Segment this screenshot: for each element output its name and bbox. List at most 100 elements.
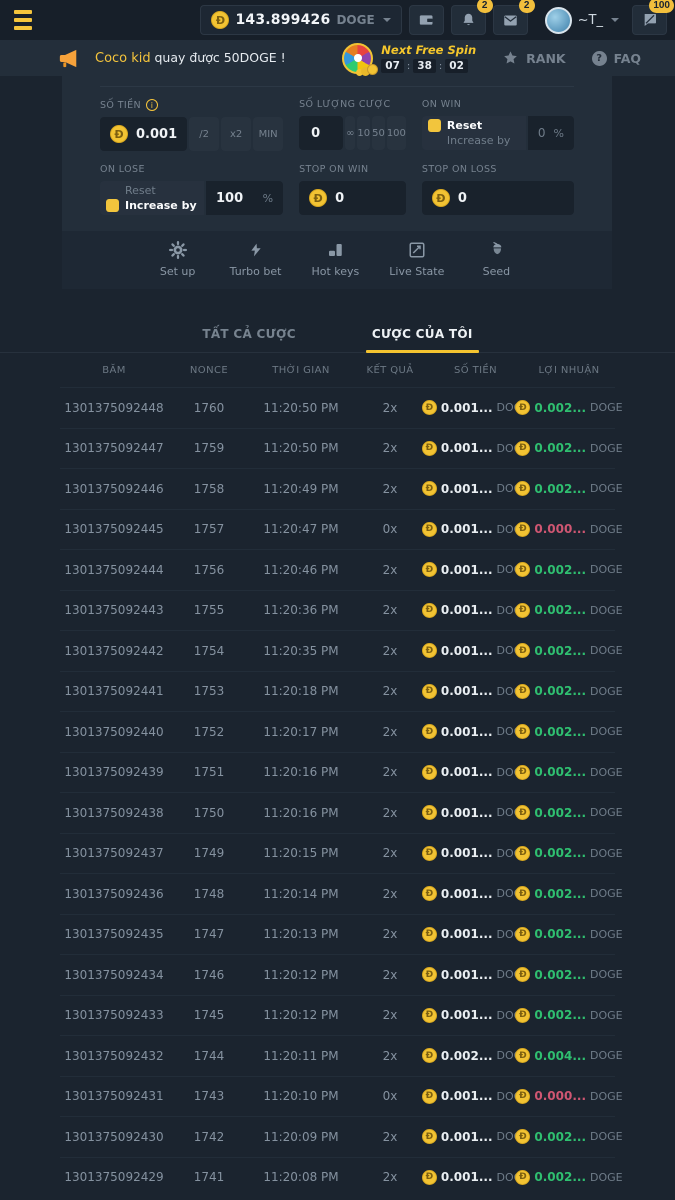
on-win-value-input[interactable]: 0 % — [528, 116, 574, 150]
table-row[interactable]: 1301375092431 1743 11:20:10 PM 0x 0.001.… — [60, 1076, 615, 1117]
table-row[interactable]: 1301375092439 1751 11:20:16 PM 2x 0.001.… — [60, 752, 615, 793]
amount-value: 0.002... — [441, 1049, 493, 1063]
cell-nonce: 1759 — [168, 441, 250, 455]
tool-turbo-bet[interactable]: Turbo bet — [230, 241, 282, 278]
cell-nonce: 1754 — [168, 644, 250, 658]
doge-coin-icon — [422, 967, 437, 982]
cell-time: 11:20:50 PM — [250, 401, 352, 415]
rank-link[interactable]: RANK — [502, 50, 565, 66]
bets-50-button[interactable]: 50 — [372, 116, 385, 150]
timer-hours: 07 — [381, 59, 404, 73]
on-lose-increase-option[interactable]: Increase by — [106, 199, 198, 212]
on-lose-value-input[interactable]: 100 % — [206, 181, 283, 215]
cell-result: 2x — [352, 482, 428, 496]
cell-time: 11:20:08 PM — [250, 1170, 352, 1184]
amount-value: 0.001... — [441, 1130, 493, 1144]
cell-nonce: 1747 — [168, 927, 250, 941]
infinite-bets-button[interactable]: ∞ — [345, 116, 355, 150]
bets-10-button[interactable]: 10 — [357, 116, 370, 150]
table-row[interactable]: 1301375092442 1754 11:20:35 PM 2x 0.001.… — [60, 630, 615, 671]
table-row[interactable]: 1301375092430 1742 11:20:09 PM 2x 0.001.… — [60, 1116, 615, 1157]
table-row[interactable]: 1301375092438 1750 11:20:16 PM 2x 0.001.… — [60, 792, 615, 833]
bet-panel: SỐ TIỀN 0.001 /2 x2 MIN SỐ LƯỢNG CƯỢC — [62, 76, 612, 289]
cell-amount: 0.001... DOGE — [428, 724, 523, 739]
cell-result: 2x — [352, 806, 428, 820]
tool-setup[interactable]: Set up — [156, 241, 200, 278]
doge-coin-icon — [515, 1089, 530, 1104]
bets-100-button[interactable]: 100 — [387, 116, 406, 150]
table-row[interactable]: 1301375092437 1749 11:20:15 PM 2x 0.001.… — [60, 833, 615, 874]
on-win-reset-option[interactable]: Reset — [428, 119, 520, 132]
wallet-button[interactable] — [409, 5, 444, 35]
half-bet-button[interactable]: /2 — [189, 117, 219, 151]
bet-count-input[interactable]: 0 — [299, 116, 343, 150]
double-bet-button[interactable]: x2 — [221, 117, 251, 151]
tool-hot-keys[interactable]: Hot keys — [311, 241, 359, 278]
info-icon[interactable] — [146, 99, 158, 111]
header-result: KẾT QUẢ — [352, 365, 428, 376]
on-lose-field: ON LOSE Reset Increase by 100 — [100, 164, 283, 215]
tool-seed[interactable]: Seed — [474, 241, 518, 278]
cell-time: 11:20:12 PM — [250, 968, 352, 982]
tool-live-state[interactable]: Live State — [389, 241, 444, 278]
doge-coin-icon — [110, 125, 128, 143]
table-row[interactable]: 1301375092436 1748 11:20:14 PM 2x 0.001.… — [60, 873, 615, 914]
cell-amount: 0.001... DOGE — [428, 886, 523, 901]
checkbox-empty — [428, 134, 441, 147]
on-lose-reset-option[interactable]: Reset — [106, 184, 198, 197]
topbar: 143.899426 DOGE 2 2 ~T_ 100 — [0, 0, 675, 40]
amount-value: 0.001... — [441, 1170, 493, 1184]
currency-label: DOGE — [590, 644, 623, 657]
profit-value: 0.002... — [534, 968, 586, 982]
table-row[interactable]: 1301375092435 1747 11:20:13 PM 2x 0.001.… — [60, 914, 615, 955]
cell-hash: 1301375092438 — [60, 806, 168, 820]
bet-amount-input[interactable]: 0.001 — [100, 117, 187, 151]
percent-label: % — [263, 192, 273, 205]
announcement-bar: Coco kid quay được 50DOGE ! Next Free Sp… — [0, 40, 675, 76]
cell-amount: 0.001... DOGE — [428, 562, 523, 577]
balance-selector[interactable]: 143.899426 DOGE — [200, 5, 401, 35]
doge-coin-icon — [211, 11, 229, 29]
on-win-increase-option[interactable]: Increase by — [428, 134, 520, 147]
chat-button[interactable]: 100 — [632, 5, 667, 35]
cell-hash: 1301375092430 — [60, 1130, 168, 1144]
tab-my-bets[interactable]: CƯỢC CỦA TÔI — [366, 317, 479, 352]
currency-label: DOGE — [590, 1009, 623, 1022]
free-spin-widget[interactable]: Next Free Spin 07:38:02 — [342, 43, 476, 74]
stop-on-win-input[interactable]: 0 — [299, 181, 406, 215]
messages-button[interactable]: 2 — [493, 5, 528, 35]
table-row[interactable]: 1301375092434 1746 11:20:12 PM 2x 0.001.… — [60, 954, 615, 995]
cell-profit: 0.002... DOGE — [523, 967, 615, 982]
header-time: THỜI GIAN — [250, 365, 352, 376]
profit-value: 0.000... — [534, 1089, 586, 1103]
tab-all-bets[interactable]: TẤT CẢ CƯỢC — [196, 317, 302, 352]
user-menu[interactable]: ~T_ — [545, 7, 619, 34]
doge-coin-icon — [515, 1048, 530, 1063]
table-row[interactable]: 1301375092433 1745 11:20:12 PM 2x 0.001.… — [60, 995, 615, 1036]
min-bet-button[interactable]: MIN — [253, 117, 283, 151]
table-row[interactable]: 1301375092448 1760 11:20:50 PM 2x 0.001.… — [60, 387, 615, 428]
table-row[interactable]: 1301375092432 1744 11:20:11 PM 2x 0.002.… — [60, 1035, 615, 1076]
doge-coin-icon — [422, 805, 437, 820]
faq-link[interactable]: FAQ — [592, 51, 641, 66]
table-row[interactable]: 1301375092441 1753 11:20:18 PM 2x 0.001.… — [60, 671, 615, 712]
table-row[interactable]: 1301375092443 1755 11:20:36 PM 2x 0.001.… — [60, 590, 615, 631]
table-row[interactable]: 1301375092444 1756 11:20:46 PM 2x 0.001.… — [60, 549, 615, 590]
menu-icon[interactable] — [14, 10, 40, 30]
cell-hash: 1301375092440 — [60, 725, 168, 739]
cell-result: 2x — [352, 563, 428, 577]
notifications-button[interactable]: 2 — [451, 5, 486, 35]
cell-hash: 1301375092439 — [60, 765, 168, 779]
table-row[interactable]: 1301375092440 1752 11:20:17 PM 2x 0.001.… — [60, 711, 615, 752]
avatar — [545, 7, 572, 34]
cell-result: 2x — [352, 1130, 428, 1144]
table-row[interactable]: 1301375092429 1741 11:20:08 PM 2x 0.001.… — [60, 1157, 615, 1198]
table-row[interactable]: 1301375092446 1758 11:20:49 PM 2x 0.001.… — [60, 468, 615, 509]
table-row[interactable]: 1301375092447 1759 11:20:50 PM 2x 0.001.… — [60, 428, 615, 469]
cell-hash: 1301375092434 — [60, 968, 168, 982]
on-lose-label: ON LOSE — [100, 164, 145, 175]
cell-result: 2x — [352, 1170, 428, 1184]
table-row[interactable]: 1301375092445 1757 11:20:47 PM 0x 0.001.… — [60, 509, 615, 550]
stop-on-loss-input[interactable]: 0 — [422, 181, 574, 215]
on-lose-value: 100 — [216, 191, 243, 206]
